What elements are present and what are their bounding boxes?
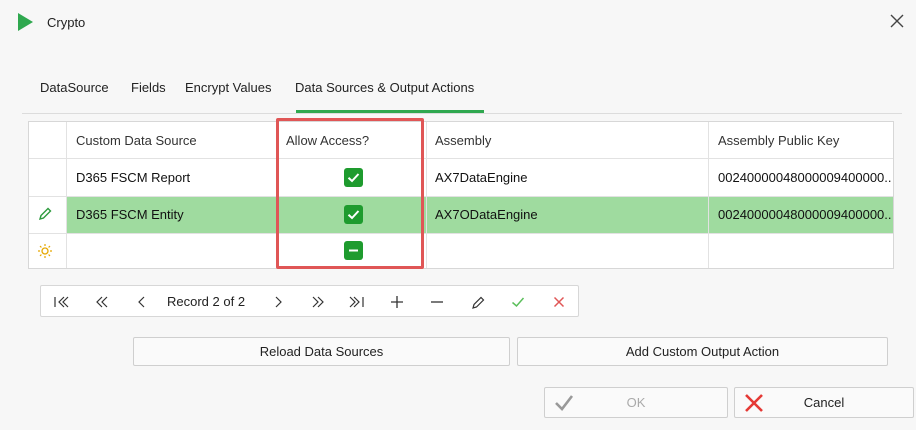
record-navigator: Record 2 of 2 bbox=[40, 285, 579, 317]
play-logo-icon bbox=[18, 13, 33, 31]
last-record-icon[interactable] bbox=[347, 292, 369, 312]
edit-row-icon bbox=[37, 206, 53, 222]
cell-assembly[interactable]: AX7DataEngine bbox=[435, 170, 528, 185]
cell-custom-data-source[interactable]: D365 FSCM Report bbox=[76, 170, 190, 185]
window-title: Crypto bbox=[47, 15, 86, 30]
allow-access-highlight bbox=[276, 118, 424, 269]
column-header-assembly-public-key[interactable]: Assembly Public Key bbox=[718, 133, 839, 148]
tab-encrypt-values[interactable]: Encrypt Values bbox=[185, 80, 271, 95]
cell-assembly-public-key[interactable]: 00240000048000009400000... bbox=[718, 170, 892, 185]
next-page-icon[interactable] bbox=[307, 292, 329, 312]
next-record-icon[interactable] bbox=[268, 292, 288, 312]
ok-label: OK bbox=[626, 395, 646, 410]
delete-record-icon[interactable] bbox=[427, 292, 447, 312]
previous-page-icon[interactable] bbox=[91, 292, 113, 312]
tab-divider bbox=[22, 113, 902, 114]
cancel-label: Cancel bbox=[803, 395, 845, 410]
checkmark-icon bbox=[553, 393, 575, 413]
crypto-dialog: Crypto DataSource Fields Encrypt Values … bbox=[0, 0, 916, 430]
first-record-icon[interactable] bbox=[49, 292, 71, 312]
tab-fields[interactable]: Fields bbox=[131, 80, 166, 95]
reload-data-sources-button[interactable]: Reload Data Sources bbox=[133, 337, 510, 366]
edit-record-icon[interactable] bbox=[468, 292, 488, 312]
tab-data-sources-output-actions[interactable]: Data Sources & Output Actions bbox=[295, 80, 474, 95]
cell-custom-data-source[interactable]: D365 FSCM Entity bbox=[76, 207, 184, 222]
close-icon[interactable] bbox=[886, 10, 908, 32]
row-divider bbox=[29, 158, 893, 159]
column-divider bbox=[708, 122, 709, 268]
data-source-grid: Custom Data Source Allow Access? Assembl… bbox=[28, 121, 894, 269]
close-red-icon bbox=[743, 393, 765, 413]
record-position: Record 2 of 2 bbox=[167, 294, 246, 309]
row-divider bbox=[29, 196, 893, 197]
cell-assembly[interactable]: AX7ODataEngine bbox=[435, 207, 538, 222]
row-divider bbox=[29, 233, 893, 234]
title-bar: Crypto bbox=[0, 0, 916, 44]
add-custom-output-action-button[interactable]: Add Custom Output Action bbox=[517, 337, 888, 366]
accept-edit-icon[interactable] bbox=[508, 292, 528, 312]
previous-record-icon[interactable] bbox=[132, 292, 152, 312]
cancel-edit-icon[interactable] bbox=[549, 292, 569, 312]
ok-button[interactable]: OK bbox=[544, 387, 728, 418]
column-header-custom-data-source[interactable]: Custom Data Source bbox=[76, 133, 197, 148]
cancel-button[interactable]: Cancel bbox=[734, 387, 914, 418]
column-divider bbox=[426, 122, 427, 268]
new-row-sun-icon bbox=[37, 243, 53, 259]
column-header-assembly[interactable]: Assembly bbox=[435, 133, 491, 148]
tab-datasource[interactable]: DataSource bbox=[40, 80, 109, 95]
add-record-icon[interactable] bbox=[387, 292, 407, 312]
cell-assembly-public-key[interactable]: 00240000048000009400000... bbox=[718, 207, 892, 222]
column-divider bbox=[66, 122, 67, 268]
add-custom-output-action-label: Add Custom Output Action bbox=[625, 344, 780, 359]
reload-data-sources-label: Reload Data Sources bbox=[259, 344, 384, 359]
